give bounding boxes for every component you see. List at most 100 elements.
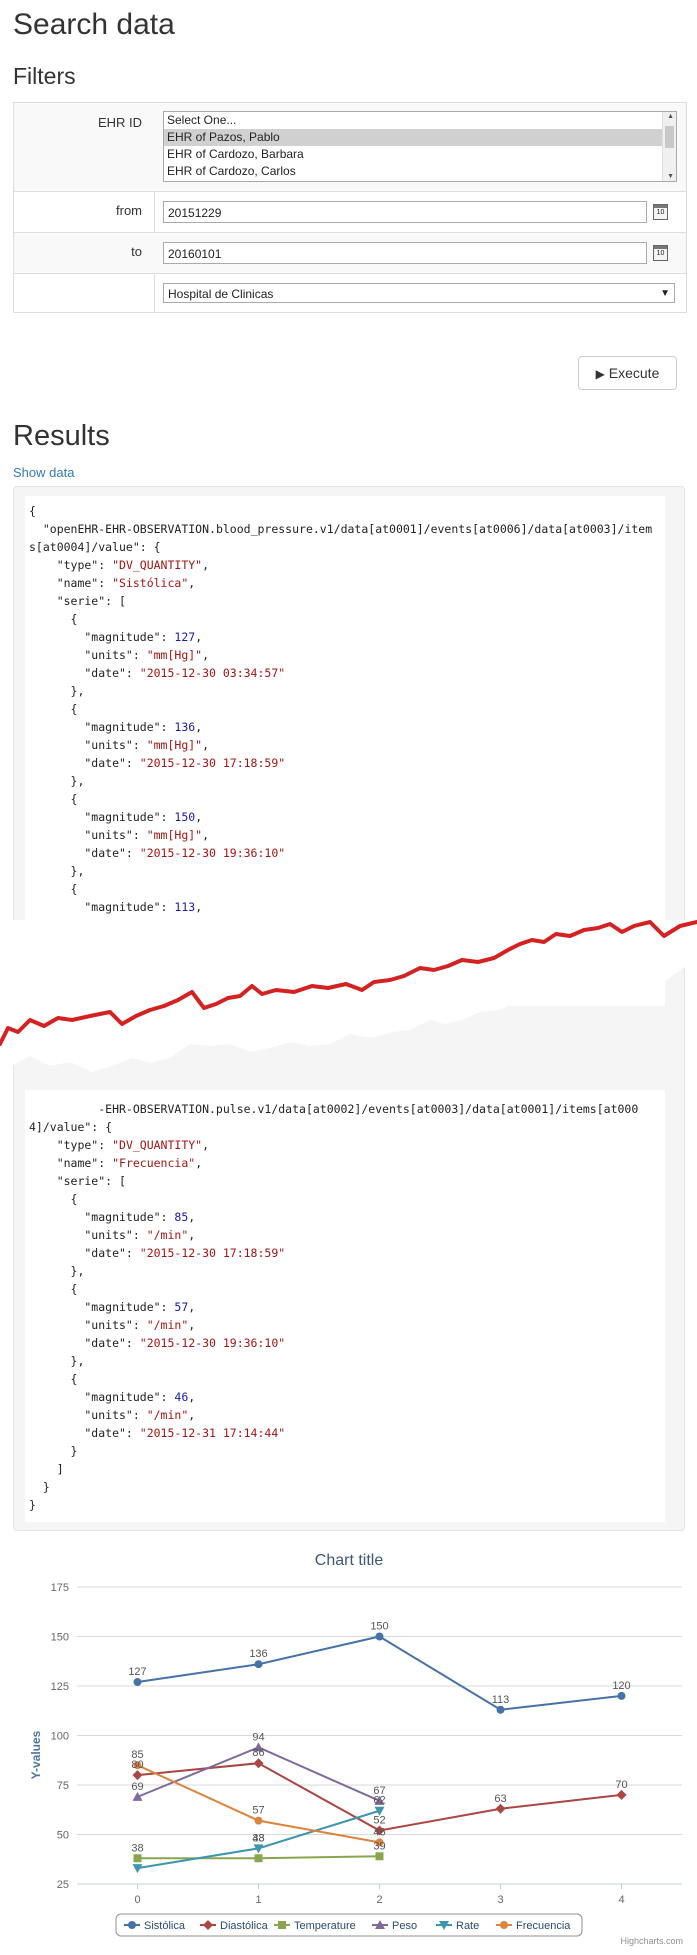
code-line: "units": "/min", [29,1316,638,1334]
code-line: } [29,1496,638,1514]
scroll-up-icon[interactable]: ▲ [667,113,674,120]
code-line: ] [29,1460,638,1478]
calendar-icon[interactable]: 10 [653,204,668,220]
code-line: "name": "Frecuencia", [29,1154,638,1172]
legend-item-label[interactable]: Rate [456,1920,479,1932]
code-token: "date": [29,1336,140,1350]
data-label: 69 [131,1781,143,1793]
ehr-label: EHR ID [97,115,142,130]
code-line: 4]/value": { [29,1118,638,1136]
ehr-option-selected[interactable]: EHR of Pazos, Pablo [164,129,676,146]
x-tick-label: 1 [255,1894,261,1906]
code-token: { [29,612,78,626]
code-line: { [29,610,652,628]
code-token: }, [29,1354,85,1368]
data-point [254,1660,263,1669]
code-token: , [188,576,196,590]
code-token: , [202,738,210,752]
code-token: "magnitude": [29,630,175,644]
organization-select[interactable]: Hospital de Clinicas ▼ [163,283,675,303]
code-token: "2015-12-30 17:18:59" [139,756,286,770]
line-chart: Chart title Y-values 25 50 75 100 125 150 175 0… [29,1552,683,1946]
data-point [133,1678,142,1687]
code-token: "date": [29,756,140,770]
code-line: "openEHR-EHR-OBSERVATION.blood_pressure.… [29,520,652,538]
ehr-listbox[interactable]: Select One... EHR of Pazos, Pablo EHR of… [163,111,677,182]
code-token: "Frecuencia" [112,1156,196,1170]
code-token: , [195,720,203,734]
legend-marker [500,1921,508,1929]
code-token: , [202,1138,210,1152]
ehr-option[interactable]: EHR of Cardozo, Barbara [164,146,676,163]
code-line: "magnitude": 57, [29,1298,638,1316]
code-token: { [29,882,78,896]
data-label: 127 [128,1666,146,1678]
code-token: , [195,1156,203,1170]
code-token: , [188,1228,196,1242]
code-token: "mm[Hg]" [146,828,203,842]
from-row: from 20151229 10 [14,191,686,233]
show-data-link[interactable]: Show data [13,465,74,480]
code-token: "date": [29,1246,140,1260]
code-token: 4]/value": { [29,1120,113,1134]
x-tick-label: 4 [618,1894,624,1906]
code-token: "units": [29,1408,147,1422]
legend-item-label[interactable]: Peso [392,1920,417,1932]
data-label: 70 [615,1779,627,1791]
legend-item-label[interactable]: Temperature [294,1920,356,1932]
code-token: 85 [174,1210,189,1224]
to-date-input[interactable]: 20160101 [163,242,647,264]
code-token: "magnitude": [29,720,175,734]
code-token: "2015-12-31 17:14:44" [139,1426,286,1440]
legend-item-label[interactable]: Frecuencia [516,1920,571,1932]
calendar-icon[interactable]: 10 [653,245,668,261]
code-line: "serie": [ [29,1172,638,1190]
code-token: -EHR-OBSERVATION.pulse.v1/data[at0002]/e… [29,1102,639,1116]
results-heading: Results [13,420,110,452]
x-tick-label: 0 [134,1894,140,1906]
chart-title: Chart title [315,1552,384,1569]
data-point [132,1864,143,1874]
y-tick-label: 75 [57,1780,69,1792]
scroll-down-icon[interactable]: ▼ [667,173,674,180]
code-token: 57 [174,1300,189,1314]
data-label: 39 [373,1840,385,1852]
code-token: "date": [29,1426,140,1440]
code-line: "type": "DV_QUANTITY", [29,556,652,574]
code-token: openEHR-EHR-OBSERVATION.blood_pressure.v… [49,522,653,536]
data-label: 63 [494,1793,506,1805]
data-label: 52 [373,1815,385,1827]
execute-button[interactable]: ▶ Execute [578,356,677,390]
code-line: } [29,1478,638,1496]
listbox-scrollbar[interactable]: ▲ ▼ [662,112,676,181]
data-label: 85 [131,1749,143,1761]
code-token: } [29,1480,50,1494]
code-token: "2015-12-30 19:36:10" [139,1336,286,1350]
scroll-thumb[interactable] [665,126,674,148]
ehr-option[interactable]: EHR of Cardozo, Carlos [164,163,676,180]
code-token: "DV_QUANTITY" [112,1138,203,1152]
y-tick-label: 150 [51,1632,69,1644]
legend-item-label[interactable]: Sistólica [144,1920,186,1932]
data-label: 38 [131,1842,143,1854]
legend-item-label[interactable]: Diastólica [220,1920,269,1932]
data-label: 150 [370,1621,388,1633]
code-line: { [29,502,652,520]
code-token: , [195,900,203,914]
code-token: "/min" [146,1228,189,1242]
organization-select-value: Hospital de Clinicas [168,287,274,301]
chart-credit[interactable]: Highcharts.com [620,1936,683,1946]
tear-mask [0,920,697,1072]
y-tick-label: 175 [51,1582,69,1594]
code-token: "units": [29,1318,147,1332]
code-token: , [188,1318,196,1332]
code-line: }, [29,1262,638,1280]
code-line: "magnitude": 136, [29,718,652,736]
code-token: , [195,630,203,644]
series-line [137,1635,622,1711]
data-point [133,1854,142,1863]
from-date-input[interactable]: 20151229 [163,201,647,223]
ehr-option[interactable]: Select One... [164,112,676,129]
code-token: , [195,810,203,824]
code-token: "magnitude": [29,900,175,914]
